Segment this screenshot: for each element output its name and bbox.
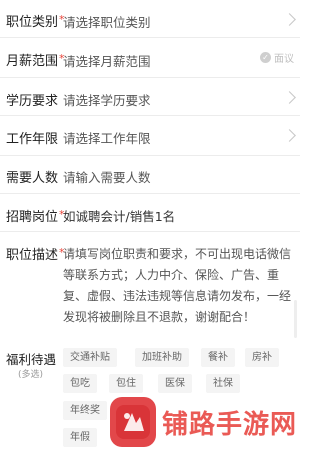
education-row[interactable]: 学历要求 请选择学历要求 (0, 78, 300, 116)
headcount-input[interactable]: 请输入需要人数 (63, 167, 151, 186)
experience-label: 工作年限 (6, 132, 59, 147)
welfare-tag[interactable]: 餐补 (201, 348, 235, 367)
education-select[interactable]: 请选择学历要求 (63, 90, 151, 109)
description-line: 发现将被删除且不退款，谢谢配合！ (63, 310, 256, 324)
welfare-tag[interactable]: 年假 (63, 428, 97, 447)
chevron-right-icon (283, 13, 296, 26)
watermark: 铺路手游网 (108, 393, 298, 453)
job-title-row: 招聘岗位* 如诚聘会计/销售1名 (0, 194, 300, 232)
education-label: 学历要求 (6, 94, 59, 109)
position-type-label: 职位类别* (6, 13, 65, 30)
textarea-scrollbar[interactable] (294, 300, 297, 338)
chevron-right-icon (283, 91, 296, 104)
watermark-text: 铺路手游网 (162, 410, 298, 440)
job-title-label: 招聘岗位* (6, 208, 65, 225)
job-title-input[interactable]: 如诚聘会计/销售1名 (63, 206, 175, 225)
salary-range-row[interactable]: 月薪范围* 请选择月薪范围 ✓ 面议 (0, 38, 300, 78)
negotiable-label: 面议 (274, 54, 294, 65)
experience-row[interactable]: 工作年限 请选择工作年限 (0, 116, 300, 156)
welfare-multi-select-hint: (多选) (18, 370, 44, 380)
job-description-label: 职位描述* (6, 246, 65, 263)
welfare-tag[interactable]: 包吃 (63, 374, 97, 393)
welfare-tag[interactable]: 房补 (245, 348, 279, 367)
welfare-tag[interactable]: 医保 (158, 374, 192, 393)
description-line: 复、虚假、违法违规等信息请勿发布，一经 (63, 289, 292, 303)
headcount-row: 需要人数 请输入需要人数 (0, 156, 300, 194)
watermark-logo-icon (110, 397, 156, 447)
welfare-tag[interactable]: 社保 (206, 374, 240, 393)
negotiable-checkbox[interactable]: ✓ 面议 (260, 50, 294, 65)
headcount-label: 需要人数 (6, 171, 59, 186)
salary-range-select[interactable]: 请选择月薪范围 (63, 51, 151, 70)
welfare-tag[interactable]: 包住 (109, 374, 143, 393)
welfare-tag[interactable]: 交通补贴 (63, 348, 117, 367)
check-circle-icon: ✓ (260, 52, 271, 63)
description-line: 请填写岗位职责和要求，不可出现电话微信 (63, 247, 292, 261)
position-type-select[interactable]: 请选择职位类别 (63, 12, 151, 31)
welfare-tag[interactable]: 年终奖 (63, 401, 107, 420)
welfare-label: 福利待遇 (6, 352, 57, 367)
position-type-row[interactable]: 职位类别* 请选择职位类别 (0, 0, 300, 38)
description-line: 等联系方式；人力中介、保险、广告、重 (63, 268, 280, 282)
welfare-tag[interactable]: 加班补助 (135, 348, 189, 367)
job-description-textarea[interactable]: 请填写岗位职责和要求，不可出现电话微信 等联系方式；人力中介、保险、广告、重 复… (63, 244, 293, 328)
experience-select[interactable]: 请选择工作年限 (63, 128, 151, 147)
salary-range-label: 月薪范围* (6, 52, 65, 69)
chevron-right-icon (283, 129, 296, 142)
